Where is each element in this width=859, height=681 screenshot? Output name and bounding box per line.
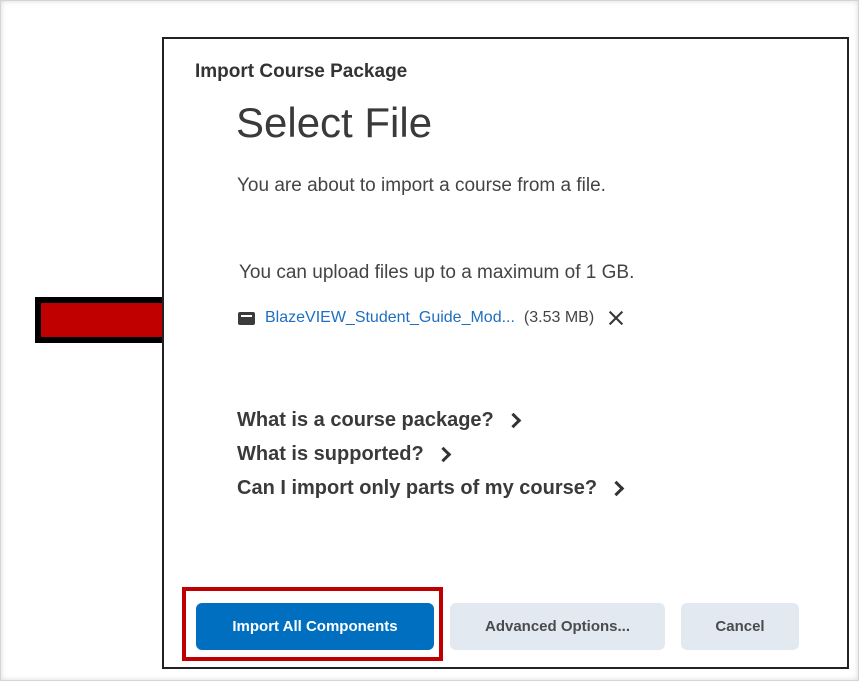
upload-limit-text: You can upload files up to a maximum of … — [239, 262, 635, 283]
file-name-link[interactable]: BlazeVIEW_Student_Guide_Mod... — [265, 309, 515, 327]
help-link-course-package[interactable]: What is a course package? — [237, 403, 622, 437]
selected-file-row: BlazeVIEW_Student_Guide_Mod... (3.53 MB) — [238, 307, 624, 329]
chevron-right-icon — [608, 480, 625, 496]
intro-text: You are about to import a course from a … — [237, 175, 606, 196]
help-link-label: What is a course package? — [237, 408, 494, 431]
screenshot-frame: Import Course Package Select File You ar… — [0, 0, 859, 681]
help-link-supported[interactable]: What is supported? — [237, 437, 622, 471]
help-link-label: Can I import only parts of my course? — [237, 476, 598, 499]
dialog-title: Import Course Package — [195, 61, 408, 82]
file-size: (3.53 MB) — [523, 309, 595, 326]
cancel-button[interactable]: Cancel — [681, 603, 799, 650]
chevron-right-icon — [505, 412, 522, 428]
close-icon[interactable] — [608, 310, 624, 326]
import-course-dialog: Import Course Package Select File You ar… — [162, 37, 849, 669]
help-link-partial-import[interactable]: Can I import only parts of my course? — [237, 471, 625, 505]
import-all-components-button[interactable]: Import All Components — [196, 603, 434, 650]
advanced-options-button[interactable]: Advanced Options... — [450, 603, 665, 650]
page-title: Select File — [236, 99, 433, 146]
file-icon — [238, 311, 255, 325]
chevron-right-icon — [435, 446, 451, 462]
help-links: What is a course package? What is suppor… — [237, 403, 625, 505]
help-link-label: What is supported? — [237, 442, 424, 465]
